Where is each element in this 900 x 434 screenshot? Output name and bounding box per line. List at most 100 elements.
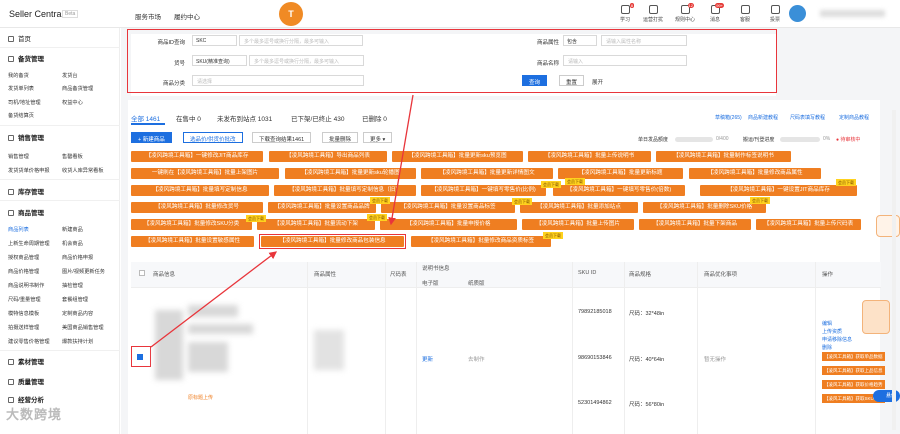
attr-input[interactable]: 请输入属性名称 (601, 35, 687, 46)
tutorial-link[interactable]: 商品新建教程 (748, 114, 778, 121)
vote-icon[interactable]: 投票 (763, 5, 787, 23)
nav-service-market[interactable]: 服务市场 (135, 11, 161, 21)
tool-button[interactable]: 【凌风跨境工具箱】批量删除SKU价格 (643, 202, 766, 213)
op-tool-button[interactable]: 【凌风工具箱】获取价格趋势 (822, 380, 885, 389)
tool-button[interactable]: 【凌风跨境工具箱】一键设置JIT商品库存 (700, 185, 857, 196)
tool-button[interactable]: 【凌风跨境工具箱】批量上传图片 (522, 219, 634, 230)
sidebar-section-analysis[interactable]: 经营分析 (8, 394, 44, 404)
product-name-input[interactable]: 请输入 (563, 55, 687, 66)
sidebar-item[interactable]: 尺码/重量管理 (8, 296, 41, 303)
service-icon[interactable]: 客服 (733, 5, 757, 23)
tool-button[interactable]: 【凌风跨境工具箱】一键修改JIT商品库存 (131, 151, 263, 162)
avatar[interactable] (789, 5, 806, 22)
tab-offline[interactable]: 已下架/已终止 430 (291, 113, 344, 123)
remove-info-link[interactable]: 申请移除信息 (822, 336, 852, 343)
sidebar-home[interactable]: 首页 (8, 33, 31, 43)
tool-button[interactable]: 【凌风跨境工具箱】批量设置商品品牌 (268, 202, 376, 213)
scrollbar[interactable] (892, 110, 896, 430)
nav-fulfillment[interactable]: 履约中心 (174, 11, 200, 21)
tool-button[interactable]: 【凌风跨境工具箱】一键填写零售价(比例) (421, 185, 546, 196)
sidebar-item[interactable]: 我的备货 (8, 72, 29, 79)
tool-button[interactable]: 【凌风跨境工具箱】批量添加站点 (520, 202, 638, 213)
message-icon[interactable]: 99+ 消息 (703, 3, 727, 23)
sidebar-item[interactable]: 权益中心 (62, 99, 83, 106)
sidebar-section-sales[interactable]: 销售管理 (8, 132, 44, 142)
manual-update-link[interactable]: 更新 (422, 355, 433, 363)
new-product-button[interactable]: + 新建商品 (131, 132, 172, 143)
id-type-select[interactable]: SKC (192, 35, 237, 46)
sidebar-item[interactable]: 图片/视频更新任务 (62, 268, 105, 275)
sidebar-item[interactable]: 发货台 (62, 72, 78, 79)
learn-icon[interactable]: 8 学习 (613, 3, 637, 23)
sidebar-item[interactable]: 套餐组管理 (62, 296, 88, 303)
sidebar-item[interactable]: 抽检管理 (62, 282, 83, 289)
sidebar-item[interactable]: 美国商品销售管理 (62, 324, 104, 331)
upload-qualification-link[interactable]: 上传资质 (822, 328, 842, 335)
tool-button[interactable]: 【凌风跨境工具箱】批量下架商品 (639, 219, 751, 230)
sidebar-item[interactable]: 建议零售价格管理 (8, 338, 50, 345)
tool-button[interactable]: 【凌风跨境工具箱】批量修改SKU分类 (131, 219, 252, 230)
title-upload-link[interactable]: 原标题上传 (188, 394, 213, 401)
promo-floating-icon[interactable] (862, 300, 890, 334)
sidebar-item[interactable]: 发货单列表 (8, 85, 34, 92)
sidebar-section-inventory[interactable]: 库存管理 (8, 186, 44, 196)
tool-button[interactable]: 【凌风跨境工具箱】批量上传说明书 (528, 151, 651, 162)
tool-button[interactable]: 【凌风跨境工具箱】批量更新sku轮播图 (285, 168, 416, 179)
tool-button[interactable]: 【凌风跨境工具箱】批量修改商品资质标签 (411, 236, 551, 247)
sidebar-item[interactable]: 商品说明书制作 (8, 282, 44, 289)
sidebar-item[interactable]: 司机/地址管理 (8, 99, 41, 106)
sidebar-section-quality[interactable]: 质量管理 (8, 376, 44, 386)
edit-link[interactable]: 编辑 (822, 320, 832, 327)
tool-button[interactable]: 一键刷在【凌风跨境工具箱】批量上架图片 (131, 168, 279, 179)
tab-on-sale[interactable]: 在售中 0 (176, 113, 201, 123)
ops-icon[interactable]: 运营打扰 (641, 5, 665, 23)
sidebar-item[interactable]: 商品价格申报 (62, 254, 93, 261)
sidebar-item[interactable]: 商品备货管理 (62, 85, 93, 92)
toolbox-logo[interactable]: T (279, 2, 303, 26)
paper-make-link[interactable]: 去制作 (468, 355, 485, 363)
reset-button[interactable]: 重置 (559, 75, 585, 86)
sku-type-select[interactable]: SKU(精准查询) (192, 55, 247, 66)
tool-button[interactable]: 【凌风跨境工具箱】批量更新详情图文 (421, 168, 553, 179)
batch-price-button[interactable]: 选品价/供货价批改 (183, 132, 243, 143)
sidebar-item[interactable]: 上新生命周期管理 (8, 240, 50, 247)
tool-button[interactable]: 【凌风跨境工具箱】批量更新sku预览图 (392, 151, 523, 162)
sidebar-item-product-list[interactable]: 商品列表 (8, 226, 29, 233)
tab-unpublished[interactable]: 未发布到站点 1031 (217, 113, 272, 123)
sidebar-section-stock[interactable]: 备货管理 (8, 53, 44, 63)
tool-button[interactable]: 【凌风跨境工具箱】批量申报价格 (380, 219, 517, 230)
custom-tutorial-link[interactable]: 定制商品教程 (839, 114, 869, 121)
sidebar-item[interactable]: 备货结算页 (8, 112, 34, 119)
tool-button[interactable]: 【凌风跨境工具箱】批量流动下架 (257, 219, 375, 230)
sidebar-item[interactable]: 发货货单价格申报 (8, 167, 50, 174)
sidebar-item[interactable]: 模特信息模板 (8, 310, 39, 317)
sidebar-section-product[interactable]: 商品管理 (8, 207, 44, 217)
tool-button[interactable]: 【凌风跨境工具箱】批量修改商品属性 (689, 168, 821, 179)
tool-button[interactable]: 【凌风跨境工具箱】批量设置敏感属性 (131, 236, 254, 247)
delete-link[interactable]: 删除 (822, 344, 832, 351)
tool-button[interactable]: 【凌风跨境工具箱】批量制作标签说明书 (656, 151, 791, 162)
sku-query-input[interactable]: 多个最多逗号或换行分隔，最多可输入 (249, 55, 364, 66)
chat-icon[interactable] (876, 215, 900, 237)
sidebar-item[interactable]: 授权商品管理 (8, 254, 39, 261)
attr-op-select[interactable]: 包含 (563, 35, 597, 46)
export-button[interactable]: 下载查询结果1461 (252, 132, 312, 143)
sidebar-item[interactable]: 定制商品内容 (62, 310, 93, 317)
sidebar-item[interactable]: 收货人库异常看板 (62, 167, 104, 174)
size-tutorial-link[interactable]: 尺码表填写教程 (790, 114, 825, 121)
tool-button[interactable]: 【凌风跨境工具箱】批量设置商品标签 (381, 202, 515, 213)
sidebar-item[interactable]: 拍摄送样管理 (8, 324, 39, 331)
sidebar-item[interactable]: 商品价格管理 (8, 268, 39, 275)
rules-icon[interactable]: 12 规则中心 (673, 3, 697, 23)
more-dropdown[interactable]: 更多 ▾ (363, 132, 393, 143)
tab-all[interactable]: 全部 1461 (131, 113, 160, 123)
category-select[interactable]: 请选择 (192, 75, 364, 86)
tool-button[interactable]: 【凌风跨境工具箱】批量填写定制信息（旧） (274, 185, 416, 196)
tool-button[interactable]: 【凌风跨境工具箱】批量填写定制信息 (131, 185, 269, 196)
tool-button[interactable]: 【凌风跨境工具箱】导出商品列表 (269, 151, 387, 162)
tool-button[interactable]: 【凌风跨境工具箱】一键填写零售价(倍数) (553, 185, 685, 196)
tool-button[interactable]: 【凌风跨境工具箱】批量上传尺码表 (756, 219, 861, 230)
sidebar-item[interactable]: 销售管理 (8, 153, 29, 160)
tab-deleted[interactable]: 已删除 0 (362, 113, 387, 123)
sidebar-item[interactable]: 爆款扶持计划 (62, 338, 93, 345)
